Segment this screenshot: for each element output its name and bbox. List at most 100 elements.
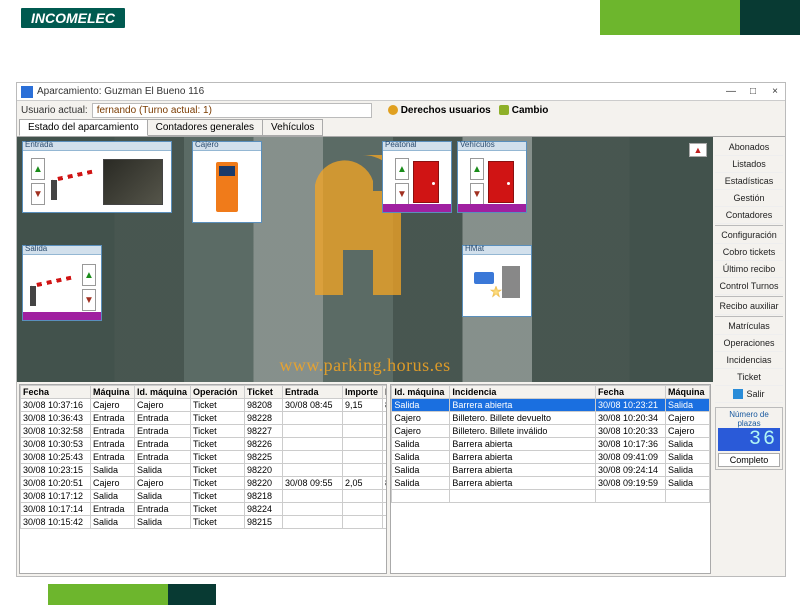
table-row[interactable]: 30/08 10:25:43EntradaEntradaTicket98225 [21,451,388,464]
sidebar-item--ltimo-recibo[interactable]: Último recibo [715,261,783,278]
tab-vehiculos[interactable]: Vehículos [262,119,323,136]
window-minimize[interactable]: — [725,86,737,97]
terminal-icon [474,266,520,306]
tab-contadores[interactable]: Contadores generales [147,119,263,136]
user-label: Usuario actual: [21,105,88,116]
col-header[interactable]: Máquina [91,386,135,399]
table-row[interactable]: CajeroBilletero. Billete inválido30/08 1… [392,425,710,438]
chip-icon[interactable]: ▲ [689,143,707,157]
table-row[interactable]: 30/08 10:20:51CajeroCajeroTicket9822030/… [21,477,388,490]
table-row[interactable]: SalidaBarrera abierta30/08 09:41:09Salid… [392,451,710,464]
sidebar-item-contadores[interactable]: Contadores [715,207,783,224]
col-header[interactable]: Id. máquina [392,386,450,399]
vehiculos-up-button[interactable]: ▲ [470,158,484,180]
plazas-value: 36 [718,428,780,451]
vehiculos-down-button[interactable]: ▼ [470,183,484,205]
table-row[interactable]: CajeroBilletero. Billete devuelto30/08 1… [392,412,710,425]
table-row[interactable]: 30/08 10:32:58EntradaEntradaTicket98227 [21,425,388,438]
salida-down-button[interactable]: ▼ [82,289,96,311]
col-header[interactable]: Entrada [283,386,343,399]
table-row[interactable]: SalidaBarrera abierta30/08 09:19:59Salid… [392,477,710,490]
operations-grid[interactable]: FechaMáquinaId. máquinaOperaciónTicketEn… [19,384,387,574]
sidebar-item-operaciones[interactable]: Operaciones [715,335,783,352]
panel-cajero[interactable]: Cajero [192,141,262,223]
col-header[interactable]: Operación [191,386,245,399]
sidebar: AbonadosListadosEstadísticasGestiónConta… [713,137,785,576]
door-icon [413,161,439,203]
table-row[interactable]: SalidaBarrera abierta30/08 10:23:21Salid… [392,399,710,412]
info-bar: Usuario actual: fernando (Turno actual: … [17,101,785,119]
topbar-color-blocks [600,0,800,35]
app-window: Aparcamiento: Guzman El Bueno 116 — □ × … [16,82,786,577]
col-header[interactable]: Fecha [596,386,666,399]
grids-row: FechaMáquinaId. máquinaOperaciónTicketEn… [17,382,713,576]
col-header[interactable]: Ticket [245,386,283,399]
sidebar-item-abonados[interactable]: Abonados [715,139,783,156]
col-header[interactable]: Incidencia [450,386,596,399]
panel-peatonal[interactable]: Peatonal ▲ ▼ [382,141,452,213]
table-row[interactable]: 30/08 10:17:14EntradaEntradaTicket98224 [21,503,388,516]
link-change[interactable]: Cambio [499,105,549,116]
status-stage: www.parking.horus.es ▲ Entrada ▲ ▼ [17,137,713,382]
incidents-grid[interactable]: Id. máquinaIncidenciaFechaMáquinaSalidaB… [390,384,711,574]
table-row[interactable]: 30/08 10:37:16CajeroCajeroTicket9820830/… [21,399,388,412]
site-topbar: INCOMELEC [0,0,800,35]
peatonal-up-button[interactable]: ▲ [395,158,409,180]
sidebar-exit[interactable]: Salir [715,386,783,403]
table-row[interactable]: 30/08 10:36:43EntradaEntradaTicket98228 [21,412,388,425]
peatonal-down-button[interactable]: ▼ [395,183,409,205]
sidebar-item-gesti-n[interactable]: Gestión [715,190,783,207]
panel-entrada[interactable]: Entrada ▲ ▼ [22,141,172,213]
window-maximize[interactable]: □ [747,86,759,97]
table-row[interactable]: 30/08 10:15:42SalidaSalidaTicket98215 [21,516,388,529]
col-header[interactable]: Id. máquina [135,386,191,399]
window-title-value: Guzman El Bueno 116 [104,86,204,97]
link-rights[interactable]: Derechos usuarios [388,105,491,116]
panel-vehiculos[interactable]: Vehículos ▲ ▼ [457,141,527,213]
panel-entrada-title: Entrada [25,140,53,149]
plazas-label: Número de plazas [718,410,780,428]
sidebar-item-estad-sticas[interactable]: Estadísticas [715,173,783,190]
entrada-down-button[interactable]: ▼ [31,183,45,205]
table-row[interactable]: SalidaBarrera abierta30/08 10:17:36Salid… [392,438,710,451]
col-header[interactable]: Máquina [666,386,710,399]
sidebar-item-incidencias[interactable]: Incidencias [715,352,783,369]
app-icon [21,86,33,98]
sidebar-item-ticket[interactable]: Ticket [715,369,783,386]
sidebar-item-cobro-tickets[interactable]: Cobro tickets [715,244,783,261]
key-icon [499,105,509,115]
table-row[interactable]: 30/08 10:30:53EntradaEntradaTicket98226 [21,438,388,451]
salida-up-button[interactable]: ▲ [82,264,96,286]
sidebar-item-recibo-auxiliar[interactable]: Recibo auxiliar [715,298,783,315]
sidebar-item-listados[interactable]: Listados [715,156,783,173]
col-header[interactable]: Importe [343,386,383,399]
col-header[interactable]: Nºrecibo [383,386,388,399]
sidebar-item-matr-culas[interactable]: Matrículas [715,318,783,335]
user-value: fernando (Turno actual: 1) [92,103,372,118]
panel-hmat[interactable]: HMat [462,245,532,317]
exit-icon [733,389,743,399]
sidebar-item-control-turnos[interactable]: Control Turnos [715,278,783,295]
sidebar-exit-label: Salir [746,389,764,399]
barrier-icon [28,270,78,306]
tab-estado[interactable]: Estado del aparcamiento [19,119,148,136]
watermark-url: www.parking.horus.es [279,355,450,376]
sidebar-item-configuraci-n[interactable]: Configuración [715,227,783,244]
plazas-box: Número de plazas 36 Completo [715,407,783,470]
window-close[interactable]: × [769,86,781,97]
window-titlebar: Aparcamiento: Guzman El Bueno 116 — □ × [17,83,785,101]
kiosk-icon [216,162,238,212]
table-row[interactable]: SalidaBarrera abierta30/08 09:24:14Salid… [392,464,710,477]
table-row[interactable] [392,490,710,503]
table-row[interactable]: 30/08 10:23:15SalidaSalidaTicket98220 [21,464,388,477]
panel-vehiculos-title: Vehículos [460,140,495,149]
completo-button[interactable]: Completo [718,453,780,467]
barrier-icon [49,164,99,200]
door-icon [488,161,514,203]
col-header[interactable]: Fecha [21,386,91,399]
table-row[interactable]: 30/08 10:17:12SalidaSalidaTicket98218 [21,490,388,503]
panel-salida[interactable]: Salida ▲ ▼ [22,245,102,321]
site-footer [0,584,800,605]
user-icon [388,105,398,115]
entrada-up-button[interactable]: ▲ [31,158,45,180]
